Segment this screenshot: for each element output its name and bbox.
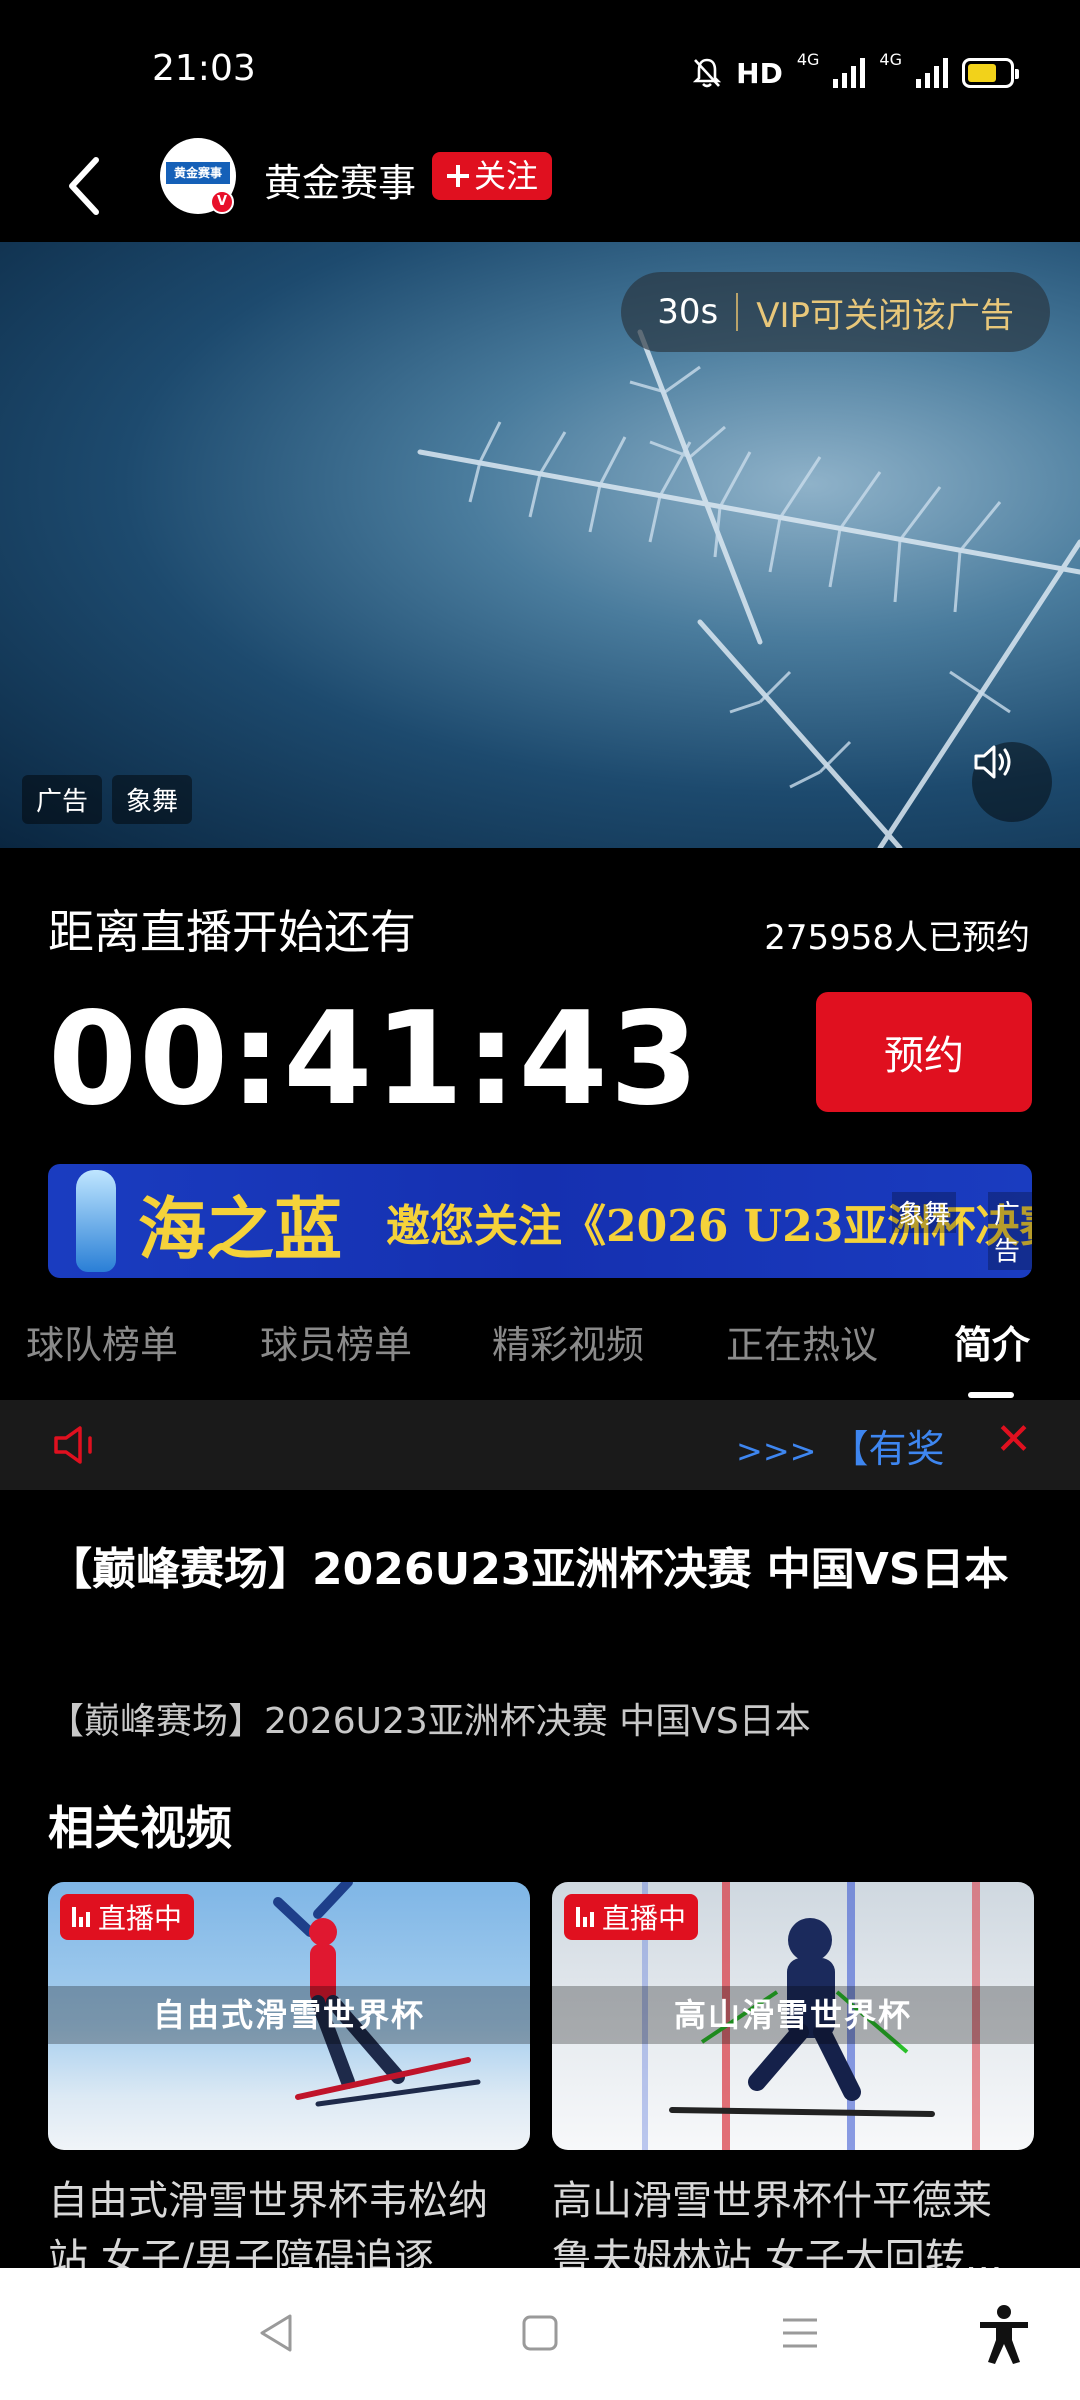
live-badge-label: 直播中	[602, 1902, 687, 1935]
notice-bar[interactable]: >>> 【有奖 ✕	[0, 1400, 1080, 1490]
video-thumbnail[interactable]: 直播中 高山滑雪世界杯	[552, 1882, 1034, 2150]
banner-ad-tag: 广告	[988, 1192, 1032, 1270]
vip-close-ad-link[interactable]: VIP可关闭该广告	[756, 288, 1014, 337]
follow-label: 关注	[474, 157, 539, 195]
system-nav-bar	[0, 2268, 1080, 2400]
tab-indicator	[968, 1392, 1014, 1398]
channel-header: 黄金赛事 V 黄金赛事 关注	[0, 130, 1080, 242]
related-video-card[interactable]: 直播中 自由式滑雪世界杯 自由式滑雪世界杯韦松纳站 女子/男子障碍追逐	[48, 1882, 530, 2288]
status-bar: 21:03 HD 4G 4G	[0, 0, 1080, 130]
plus-icon	[447, 165, 469, 187]
ad-timer-divider	[736, 293, 739, 331]
reserve-button[interactable]: 预约	[816, 992, 1032, 1112]
signal-icon-2	[916, 58, 948, 88]
back-button[interactable]	[56, 148, 116, 224]
reserve-count: 275958人已预约	[764, 918, 1030, 958]
related-video-card[interactable]: 直播中 高山滑雪世界杯 高山滑雪世界杯什平德莱鲁夫姆林站 女子大回转...	[552, 1882, 1034, 2288]
network-label-2: 4G	[879, 50, 902, 69]
banner-ad[interactable]: 海之蓝 邀您关注《2026 U23亚洲杯决赛》 象舞 广告	[48, 1164, 1032, 1278]
nav-menu-icon[interactable]	[775, 2308, 825, 2358]
megaphone-icon	[54, 1426, 92, 1464]
banner-advertiser-tag: 象舞	[892, 1192, 957, 1233]
countdown-label: 距离直播开始还有	[48, 905, 416, 959]
thumbnail-title: 高山滑雪世界杯	[552, 1986, 1034, 2044]
related-videos-heading: 相关视频	[48, 1801, 232, 1855]
mute-button[interactable]	[972, 742, 1052, 822]
ad-timer[interactable]: 30s VIP可关闭该广告	[621, 272, 1050, 352]
banner-brand: 海之蓝	[138, 1190, 343, 1270]
live-bars-icon	[576, 1907, 594, 1927]
live-badge-label: 直播中	[98, 1902, 183, 1935]
notice-arrows: >>>	[736, 1432, 817, 1470]
accessibility-icon[interactable]	[976, 2304, 1032, 2364]
advertiser-tag: 象舞	[112, 775, 193, 824]
verified-badge-icon: V	[210, 190, 234, 214]
notice-text: 【有奖	[830, 1427, 945, 1471]
video-thumbnail[interactable]: 直播中 自由式滑雪世界杯	[48, 1882, 530, 2150]
signal-icon	[833, 58, 866, 88]
mute-bell-icon	[693, 58, 722, 88]
status-time: 21:03	[152, 48, 256, 89]
ad-tag: 广告	[22, 775, 103, 824]
video-player[interactable]: 30s VIP可关闭该广告 广告 象舞	[0, 242, 1080, 848]
channel-name[interactable]: 黄金赛事	[264, 152, 416, 207]
status-icons: HD 4G 4G	[692, 50, 1019, 96]
event-title: 【巅峰赛场】2026U23亚洲杯决赛 中国VS日本	[48, 1544, 1009, 1595]
tab-intro[interactable]: 简介	[954, 1314, 1030, 1369]
tab-highlights[interactable]: 精彩视频	[492, 1314, 644, 1369]
event-subtitle: 【巅峰赛场】2026U23亚洲杯决赛 中国VS日本	[48, 1701, 811, 1742]
notice-text-container[interactable]: >>> 【有奖	[736, 1418, 944, 1473]
tab-discussion[interactable]: 正在热议	[726, 1314, 878, 1369]
live-badge: 直播中	[564, 1894, 699, 1940]
speaker-icon	[974, 745, 1011, 779]
avatar-logo-text: 黄金赛事	[166, 162, 230, 184]
nav-home-icon[interactable]	[515, 2308, 565, 2358]
ad-tags: 广告 象舞	[22, 775, 193, 824]
nav-back-icon[interactable]	[252, 2308, 302, 2358]
network-label-1: 4G	[796, 50, 820, 69]
countdown-timer: 00:41:43	[48, 985, 701, 1134]
battery-icon	[962, 58, 1019, 88]
follow-button[interactable]: 关注	[432, 152, 553, 200]
thumbnail-title: 自由式滑雪世界杯	[48, 1986, 530, 2044]
bottle-image	[76, 1170, 116, 1272]
ad-seconds: 30s	[657, 292, 719, 332]
tab-team-rankings[interactable]: 球队榜单	[26, 1314, 178, 1369]
back-arrow-icon	[69, 157, 99, 215]
live-bars-icon	[72, 1907, 90, 1927]
hd-label: HD	[736, 56, 783, 90]
close-icon[interactable]: ✕	[995, 1414, 1032, 1465]
tab-bar: 球队榜单 球员榜单 精彩视频 正在热议 简介	[0, 1300, 1080, 1400]
tab-player-rankings[interactable]: 球员榜单	[260, 1314, 412, 1369]
live-badge: 直播中	[60, 1894, 195, 1940]
